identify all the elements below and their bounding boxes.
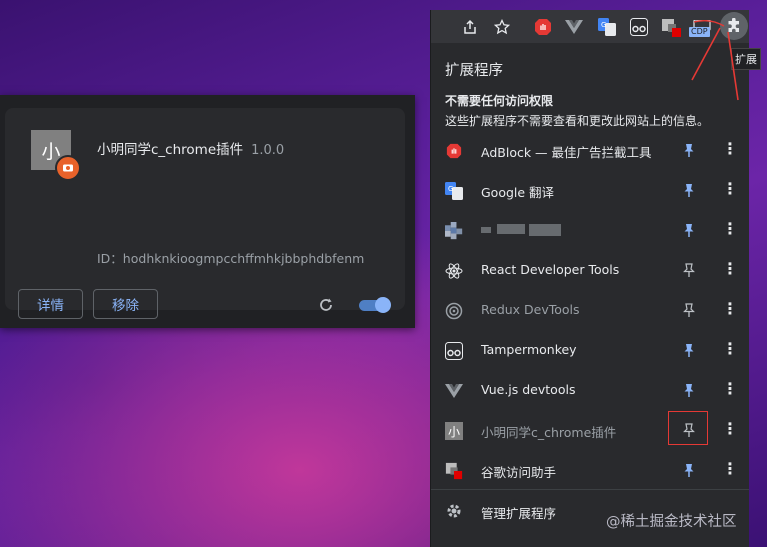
pin-icon[interactable] — [681, 142, 697, 158]
annotation-arrows — [691, 20, 739, 101]
extension-row-label: Redux DevTools — [481, 302, 580, 317]
extension-row-label: 小明同学c_chrome插件 — [481, 425, 617, 440]
extension-version: 1.0.0 — [251, 143, 285, 158]
google-translate-icon: G — [445, 182, 463, 200]
popup-divider — [431, 489, 749, 490]
bookmark-star-icon[interactable] — [491, 16, 513, 38]
tampermonkey-toolbar-icon[interactable] — [628, 16, 650, 38]
extension-name: 小明同学c_chrome插件 1.0.0 — [97, 138, 284, 158]
extension-row-label: Google 翻译 — [481, 185, 555, 200]
pin-highlight-annotation — [668, 411, 708, 445]
google-helper-toolbar-icon[interactable] — [660, 16, 682, 38]
google-helper-icon — [445, 462, 463, 480]
blur-block — [497, 224, 525, 234]
adblock-toolbar-icon[interactable] — [532, 16, 554, 38]
extension-row-tampermonkey[interactable]: Tampermonkey ⋮ — [431, 330, 749, 370]
svg-text:G: G — [448, 185, 453, 193]
tampermonkey-icon — [445, 342, 463, 360]
extension-id: ID：hodhknkioogmpcchffmhkjbbphdbfenm — [97, 251, 365, 266]
blur-block — [481, 227, 491, 233]
watermark-text: @稀土掘金技术社区 — [606, 514, 737, 530]
more-menu-icon[interactable]: ⋮ — [722, 141, 738, 159]
svg-text:小: 小 — [448, 425, 460, 439]
more-menu-icon[interactable]: ⋮ — [722, 301, 738, 319]
extension-row-google-helper[interactable]: 谷歌访问助手 ⋮ — [431, 450, 749, 490]
enable-toggle[interactable] — [359, 297, 391, 313]
popup-title: 扩展程序 — [445, 63, 503, 79]
section-description: 这些扩展程序不需要查看和更改此网站上的信息。 — [445, 114, 710, 128]
extension-row-react[interactable]: React Developer Tools ⋮ — [431, 250, 749, 290]
remove-button[interactable]: 移除 — [93, 289, 158, 319]
extension-name-text: 小明同学c_chrome插件 — [97, 142, 244, 158]
share-icon[interactable] — [459, 16, 481, 38]
react-icon — [445, 262, 463, 280]
more-menu-icon[interactable]: ⋮ — [722, 461, 738, 479]
more-menu-icon[interactable]: ⋮ — [722, 381, 738, 399]
gear-icon — [447, 504, 461, 518]
svg-text:G: G — [601, 21, 606, 29]
blur-block — [529, 224, 561, 236]
extension-row-label: React Developer Tools — [481, 262, 620, 277]
adblock-icon — [445, 142, 463, 160]
extension-row-google-translate[interactable]: G Google 翻译 ⋮ — [431, 170, 749, 210]
extension-row-blurred[interactable]: ⋮ — [431, 210, 749, 250]
google-translate-toolbar-icon[interactable]: G — [596, 16, 618, 38]
pin-icon[interactable] — [681, 342, 697, 358]
details-button[interactable]: 详情 — [18, 289, 83, 319]
extension-row-label: AdBlock — 最佳广告拦截工具 — [481, 145, 652, 160]
extension-row-label: Tampermonkey — [481, 342, 577, 357]
extension-row-label: 谷歌访问助手 — [481, 465, 557, 480]
extension-card: 小 小明同学c_chrome插件 1.0.0 ID：hodhknkioogmpcc… — [5, 108, 405, 319]
more-menu-icon[interactable]: ⋮ — [722, 421, 738, 439]
extension-row-adblock[interactable]: AdBlock — 最佳广告拦截工具 ⋮ — [431, 130, 749, 170]
pin-outline-icon[interactable] — [681, 262, 697, 278]
vue-toolbar-icon[interactable] — [563, 16, 585, 38]
extension-detail-panel: 小 小明同学c_chrome插件 1.0.0 ID：hodhknkioogmpcc… — [0, 95, 415, 328]
xiaoming-icon: 小 — [445, 422, 463, 440]
pin-icon[interactable] — [681, 182, 697, 198]
manage-extensions-label: 管理扩展程序 — [481, 506, 557, 521]
more-menu-icon[interactable]: ⋮ — [722, 181, 738, 199]
more-menu-icon[interactable]: ⋮ — [722, 341, 738, 359]
pin-icon[interactable] — [681, 222, 697, 238]
pin-outline-icon[interactable] — [681, 302, 697, 318]
section-title: 不需要任何访问权限 — [445, 94, 554, 108]
more-menu-icon[interactable]: ⋮ — [722, 261, 738, 279]
pin-icon[interactable] — [681, 462, 697, 478]
redux-icon — [445, 302, 463, 320]
blurred-icon — [445, 222, 463, 240]
vue-icon — [445, 382, 463, 400]
pin-icon[interactable] — [681, 382, 697, 398]
extension-row-label: Vue.js devtools — [481, 382, 576, 397]
record-badge-icon — [55, 155, 81, 181]
toggle-knob — [375, 297, 391, 313]
more-menu-icon[interactable]: ⋮ — [722, 221, 738, 239]
extension-row-redux[interactable]: Redux DevTools ⋮ — [431, 290, 749, 330]
reload-icon[interactable] — [316, 295, 336, 315]
extension-row-vue[interactable]: Vue.js devtools ⋮ — [431, 370, 749, 410]
